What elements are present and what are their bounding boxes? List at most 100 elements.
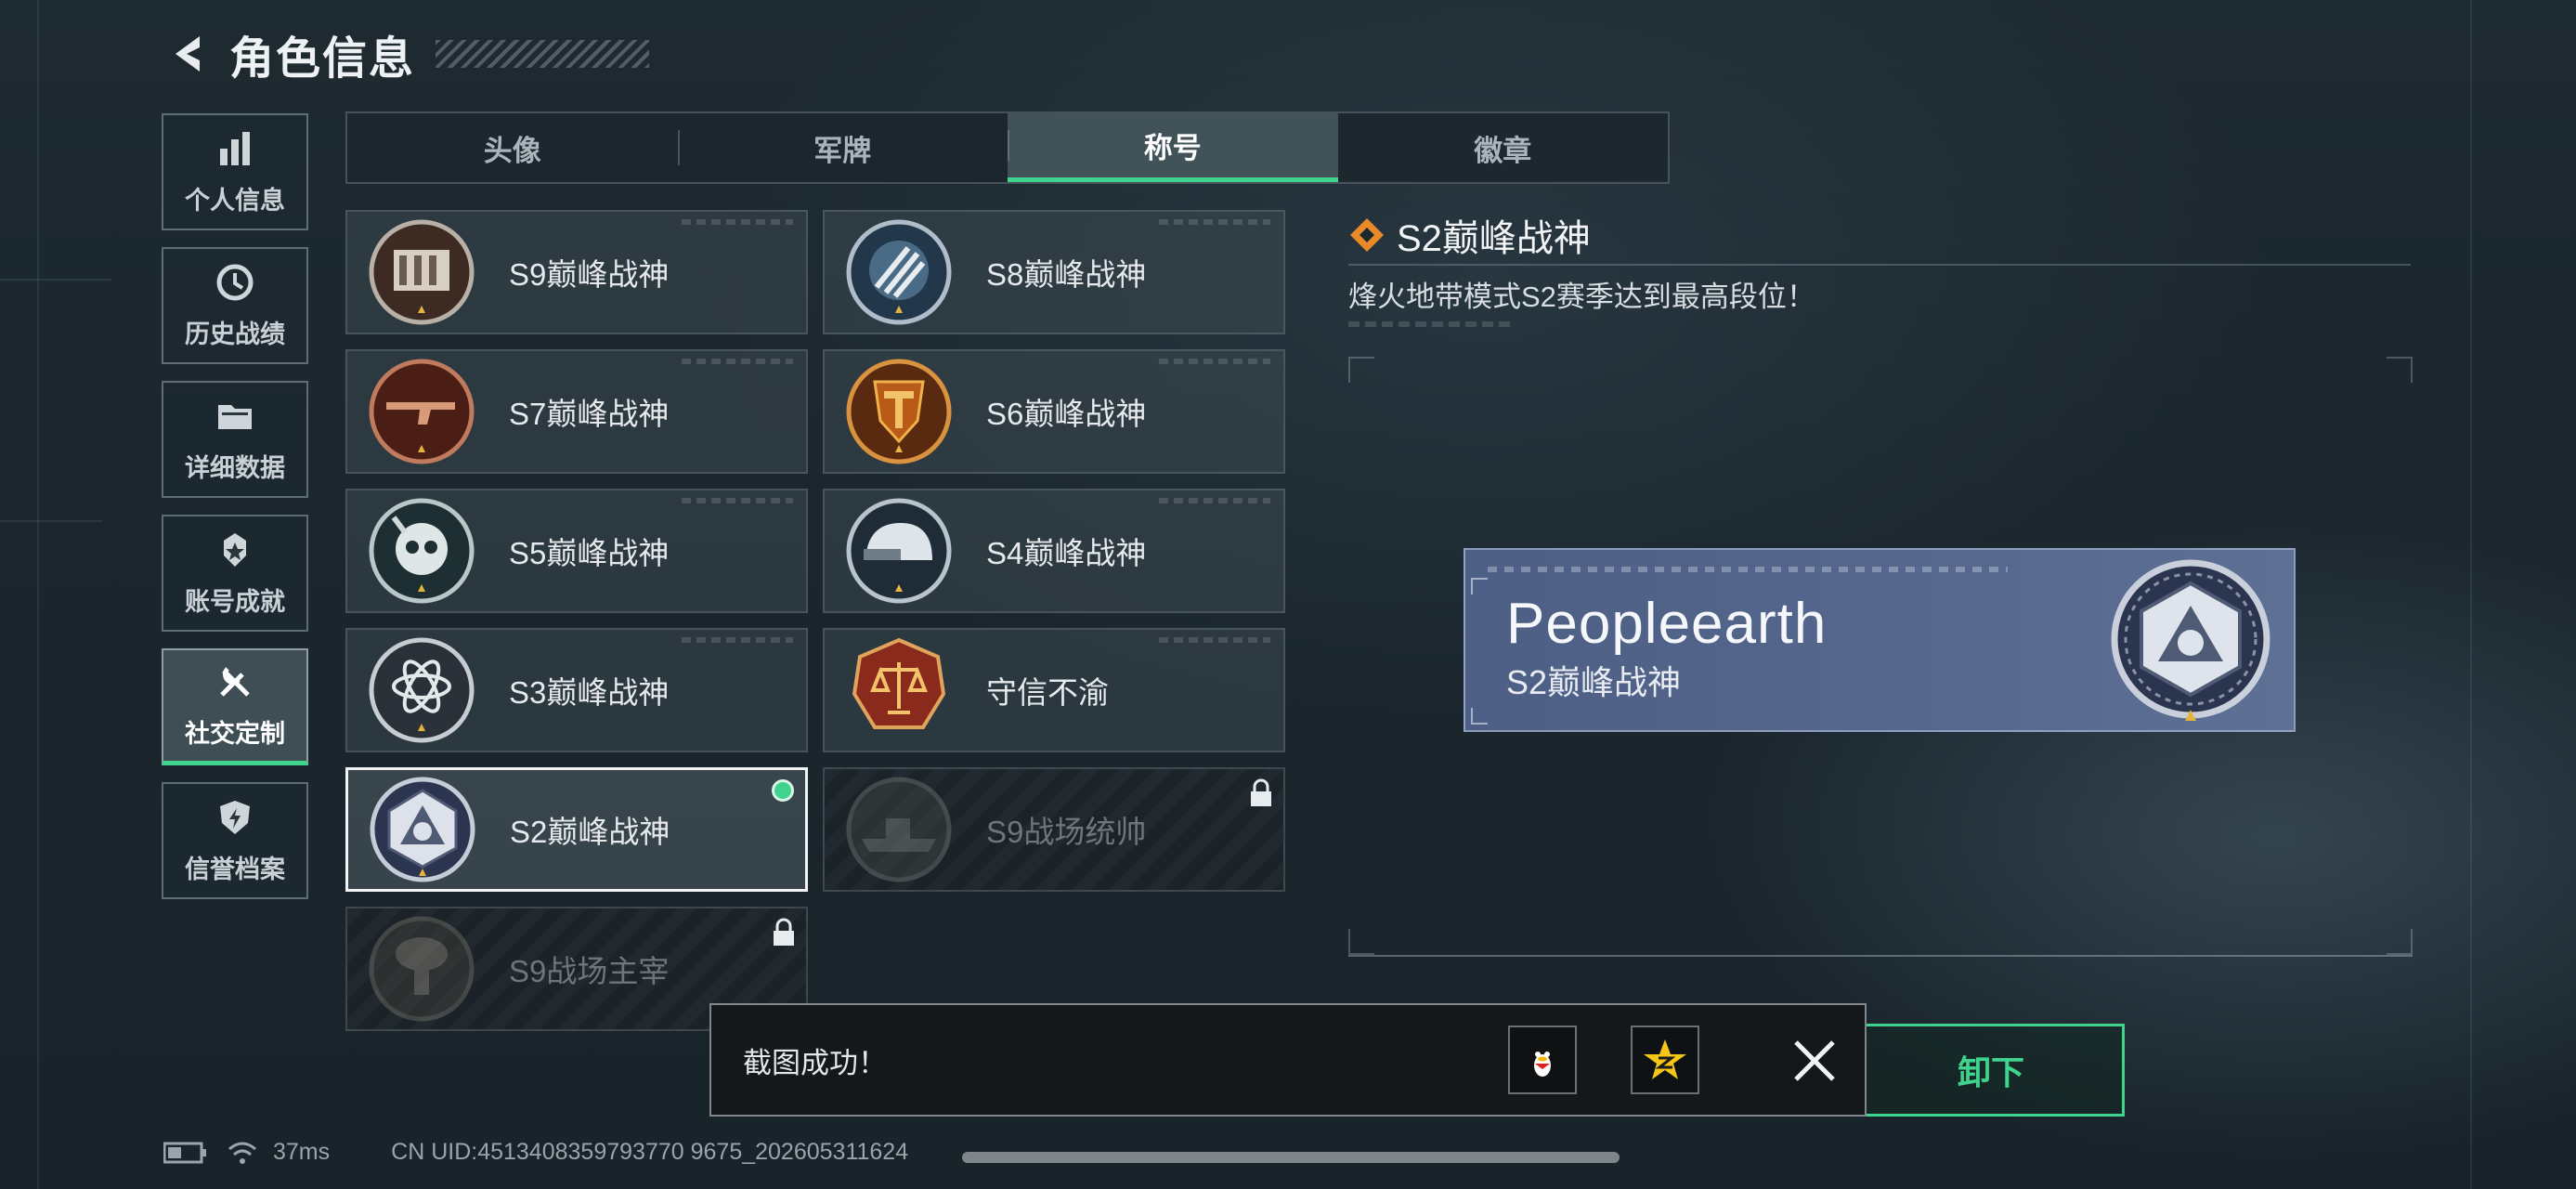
hud-line bbox=[2470, 0, 2472, 1189]
battery-icon bbox=[163, 1142, 206, 1163]
back-button[interactable] bbox=[163, 27, 216, 81]
title-card[interactable]: S8巅峰战神 bbox=[823, 210, 1285, 334]
sidebar-item-personal-info[interactable]: 个人信息 bbox=[162, 113, 308, 230]
mushroom-cloud-emblem-icon bbox=[369, 916, 475, 1022]
bar-chart-icon bbox=[220, 131, 250, 165]
tab-dog-tag[interactable]: 军牌 bbox=[677, 113, 1008, 182]
title-name: S8巅峰战神 bbox=[986, 257, 1147, 292]
title-name: S5巅峰战神 bbox=[509, 536, 670, 570]
title-name: S7巅峰战神 bbox=[509, 397, 670, 431]
title-name: S4巅峰战神 bbox=[986, 536, 1147, 570]
nameplate-title: S2巅峰战神 bbox=[1506, 663, 1682, 701]
sidebar-item-history[interactable]: 历史战绩 bbox=[162, 247, 308, 364]
card-decoration bbox=[1159, 219, 1270, 225]
card-decoration bbox=[1159, 359, 1270, 364]
nameplate-corner bbox=[1471, 708, 1488, 725]
title-decoration bbox=[436, 40, 650, 68]
sidebar-item-social-custom[interactable]: 社交定制 bbox=[162, 648, 308, 765]
sidebar-item-label: 信誉档案 bbox=[185, 855, 285, 883]
rifle-emblem-icon bbox=[369, 359, 475, 464]
wall-emblem-icon bbox=[369, 219, 475, 325]
frame-corner bbox=[1348, 357, 1374, 383]
title-name: S2巅峰战神 bbox=[510, 815, 670, 849]
triangle-r-emblem-icon bbox=[370, 777, 475, 882]
sidebar-item-label: 账号成就 bbox=[185, 587, 285, 616]
sidebar-item-label: 社交定制 bbox=[185, 720, 285, 748]
screenshot-toast: 截图成功！ bbox=[709, 1003, 1867, 1117]
history-clock-icon bbox=[216, 264, 254, 300]
title-card-locked[interactable]: S9战场统帅 bbox=[823, 767, 1285, 892]
lock-icon bbox=[774, 918, 794, 946]
card-decoration bbox=[682, 359, 793, 364]
ping-value: 37ms bbox=[273, 1139, 331, 1165]
tab-bar: 头像 军牌 称号 徽章 bbox=[345, 111, 1670, 184]
nameplate-corner bbox=[1471, 578, 1488, 594]
sidebar-item-label: 个人信息 bbox=[185, 186, 285, 215]
nameplate-decoration bbox=[1488, 567, 2008, 572]
title-name: S9巅峰战神 bbox=[509, 257, 670, 292]
t-shield-emblem-icon bbox=[846, 359, 952, 464]
player-name: Peopleearth bbox=[1506, 592, 1828, 656]
shield-icon bbox=[220, 800, 250, 834]
divider bbox=[1348, 264, 2411, 266]
diamond-badge-icon bbox=[1350, 218, 1384, 252]
title-card[interactable]: 守信不渝 bbox=[823, 628, 1285, 752]
share-qq-button[interactable] bbox=[1508, 1026, 1577, 1094]
card-decoration bbox=[1159, 637, 1270, 643]
nameplate-preview: Peopleearth S2巅峰战神 bbox=[1464, 548, 2296, 732]
toast-message: 截图成功！ bbox=[743, 1046, 887, 1079]
sidebar-item-achievements[interactable]: 账号成就 bbox=[162, 515, 308, 632]
warship-emblem-icon bbox=[846, 777, 952, 882]
frame-corner bbox=[1348, 929, 1374, 955]
tab-avatar[interactable]: 头像 bbox=[347, 113, 678, 182]
stripes-emblem-icon bbox=[846, 219, 952, 325]
card-decoration bbox=[682, 498, 793, 503]
title-card[interactable]: S5巅峰战神 bbox=[345, 489, 808, 613]
page-title: 角色信息 bbox=[229, 34, 416, 84]
hud-line bbox=[0, 279, 111, 281]
triangle-r-emblem-icon bbox=[2111, 559, 2270, 721]
sidebar-item-label: 历史战绩 bbox=[185, 320, 285, 348]
detail-header: S2巅峰战神 bbox=[1348, 208, 1591, 262]
detail-decoration bbox=[1348, 321, 1516, 327]
medal-icon bbox=[224, 532, 246, 567]
title-card[interactable]: S7巅峰战神 bbox=[345, 349, 808, 474]
hud-line bbox=[0, 520, 102, 522]
page-header: 角色信息 bbox=[163, 24, 650, 84]
scales-emblem-icon bbox=[852, 637, 946, 729]
atom-emblem-icon bbox=[369, 637, 475, 743]
hud-line bbox=[37, 0, 39, 1189]
helmet-emblem-icon bbox=[846, 498, 952, 604]
title-name: S9战场统帅 bbox=[986, 815, 1147, 849]
sidebar-item-label: 详细数据 bbox=[185, 453, 285, 482]
sidebar-item-detailed-data[interactable]: 详细数据 bbox=[162, 381, 308, 498]
close-icon[interactable] bbox=[1783, 1029, 1846, 1092]
status-bar: 37ms CN UID:4513408359793770 9675_202605… bbox=[163, 1139, 908, 1166]
frame-corner bbox=[2387, 929, 2413, 955]
divider bbox=[1348, 955, 2413, 957]
title-card[interactable]: S3巅峰战神 bbox=[345, 628, 808, 752]
title-name: S9战场主宰 bbox=[509, 954, 670, 988]
tab-badge[interactable]: 徽章 bbox=[1338, 113, 1669, 182]
title-name: S3巅峰战神 bbox=[509, 675, 670, 710]
wifi-icon bbox=[228, 1142, 256, 1164]
tab-title[interactable]: 称号 bbox=[1008, 113, 1338, 182]
folder-icon bbox=[218, 404, 252, 429]
title-card[interactable]: S6巅峰战神 bbox=[823, 349, 1285, 474]
title-name: S6巅峰战神 bbox=[986, 397, 1147, 431]
diver-skull-emblem-icon bbox=[369, 498, 475, 604]
title-card[interactable]: S9巅峰战神 bbox=[345, 210, 808, 334]
frame-corner bbox=[2387, 357, 2413, 383]
detail-title: S2巅峰战神 bbox=[1397, 218, 1591, 259]
card-decoration bbox=[682, 219, 793, 225]
sidebar: 个人信息 历史战绩 详细数据 账号成就 社交定制 信誉档案 bbox=[162, 113, 312, 916]
title-card[interactable]: S4巅峰战神 bbox=[823, 489, 1285, 613]
lock-icon bbox=[1251, 778, 1271, 806]
title-card-selected[interactable]: S2巅峰战神 bbox=[345, 767, 808, 892]
home-indicator[interactable] bbox=[962, 1152, 1620, 1163]
sidebar-item-reputation[interactable]: 信誉档案 bbox=[162, 782, 308, 899]
equipped-indicator bbox=[772, 779, 794, 802]
share-qzone-button[interactable] bbox=[1631, 1026, 1699, 1094]
card-decoration bbox=[682, 637, 793, 643]
qq-penguin-icon bbox=[1529, 1045, 1555, 1078]
